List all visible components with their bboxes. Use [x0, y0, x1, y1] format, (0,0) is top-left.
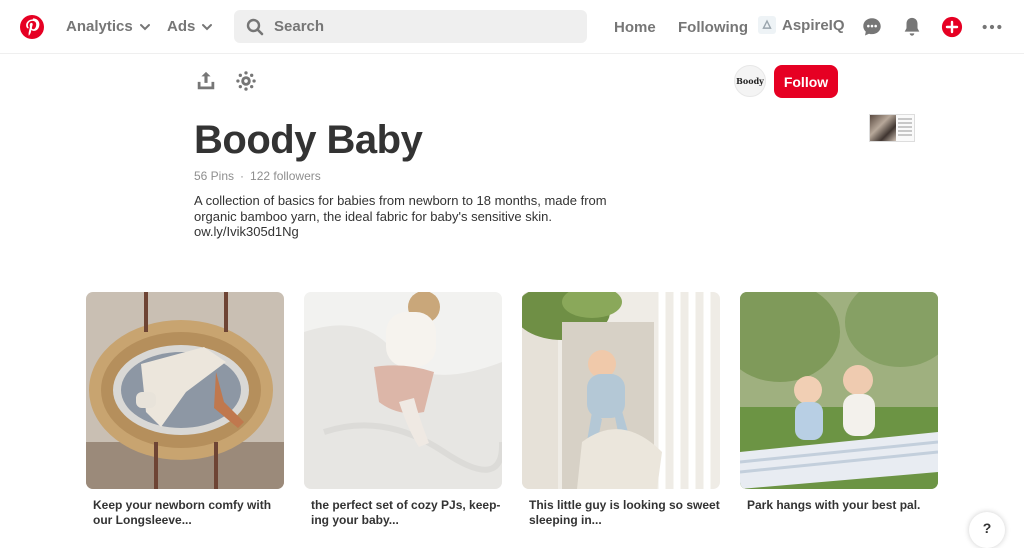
- chevron-down-icon: [139, 23, 150, 30]
- pin-caption[interactable]: the perfect set of cozy PJs, keep- ing y…: [304, 498, 502, 528]
- pin-caption-line: our Longsleeve...: [93, 513, 192, 527]
- help-button[interactable]: ?: [969, 512, 1005, 548]
- followers-count[interactable]: 122 followers: [250, 169, 321, 183]
- pin-card[interactable]: Keep your newborn comfy with our Longsle…: [86, 292, 284, 528]
- pin-image[interactable]: [86, 292, 284, 489]
- ads-label: Ads: [167, 18, 196, 35]
- description-link[interactable]: ow.ly/Ivik305d1Ng: [194, 224, 624, 240]
- search-bar[interactable]: [234, 10, 587, 43]
- pin-caption[interactable]: This little guy is looking so sweet slee…: [522, 498, 720, 528]
- analytics-menu[interactable]: Analytics: [66, 18, 151, 35]
- top-navigation-bar: Analytics Ads Home Following AspireIQ: [0, 0, 1024, 54]
- share-icon[interactable]: [195, 70, 219, 94]
- profile-name: AspireIQ: [782, 16, 845, 34]
- add-icon[interactable]: [940, 15, 964, 39]
- pin-caption[interactable]: Keep your newborn comfy with our Longsle…: [86, 498, 284, 528]
- board-title: Boody Baby: [194, 118, 423, 162]
- home-link[interactable]: Home: [614, 19, 656, 36]
- board-description: A collection of basics for babies from n…: [194, 193, 624, 240]
- board-cover-thumbnail[interactable]: [869, 114, 915, 142]
- board-owner-avatar[interactable]: Boody: [734, 65, 766, 97]
- pin-card[interactable]: the perfect set of cozy PJs, keep- ing y…: [304, 292, 502, 528]
- pin-caption-line: Keep your newborn comfy with: [93, 498, 272, 512]
- pin-caption-line: the perfect set of cozy PJs, keep-: [311, 498, 501, 512]
- profile-link[interactable]: AspireIQ: [758, 16, 845, 34]
- settings-icon[interactable]: [235, 70, 259, 94]
- board-stats: 56 Pins · 122 followers: [194, 169, 321, 183]
- pin-image[interactable]: [304, 292, 502, 489]
- chat-icon[interactable]: [860, 15, 884, 39]
- following-link[interactable]: Following: [678, 19, 748, 36]
- description-line: organic bamboo yarn, the ideal fabric fo…: [194, 208, 553, 224]
- profile-avatar: [758, 16, 776, 34]
- pin-caption-line: Park hangs with your best pal.: [747, 498, 921, 512]
- analytics-label: Analytics: [66, 18, 133, 35]
- chevron-down-icon: [202, 23, 213, 30]
- bell-icon[interactable]: [900, 15, 924, 39]
- ads-menu[interactable]: Ads: [167, 18, 213, 35]
- pin-caption-line: This little guy is looking so sweet: [529, 498, 720, 512]
- search-icon: [246, 18, 264, 35]
- pin-image[interactable]: [522, 292, 720, 489]
- pin-caption-line: ing your baby...: [311, 513, 399, 527]
- pin-card[interactable]: Park hangs with your best pal.: [740, 292, 938, 513]
- stats-separator: ·: [240, 169, 245, 183]
- pin-card[interactable]: This little guy is looking so sweet slee…: [522, 292, 720, 528]
- pin-caption[interactable]: Park hangs with your best pal.: [740, 498, 938, 513]
- pin-caption-line: sleeping in...: [529, 513, 602, 527]
- pin-image[interactable]: [740, 292, 938, 489]
- pins-count[interactable]: 56 Pins: [194, 169, 234, 183]
- more-icon[interactable]: [980, 15, 1004, 39]
- pinterest-logo-icon[interactable]: [20, 15, 44, 39]
- search-input[interactable]: [274, 18, 564, 35]
- description-line: A collection of basics for babies from n…: [194, 193, 607, 208]
- follow-button[interactable]: Follow: [774, 65, 838, 98]
